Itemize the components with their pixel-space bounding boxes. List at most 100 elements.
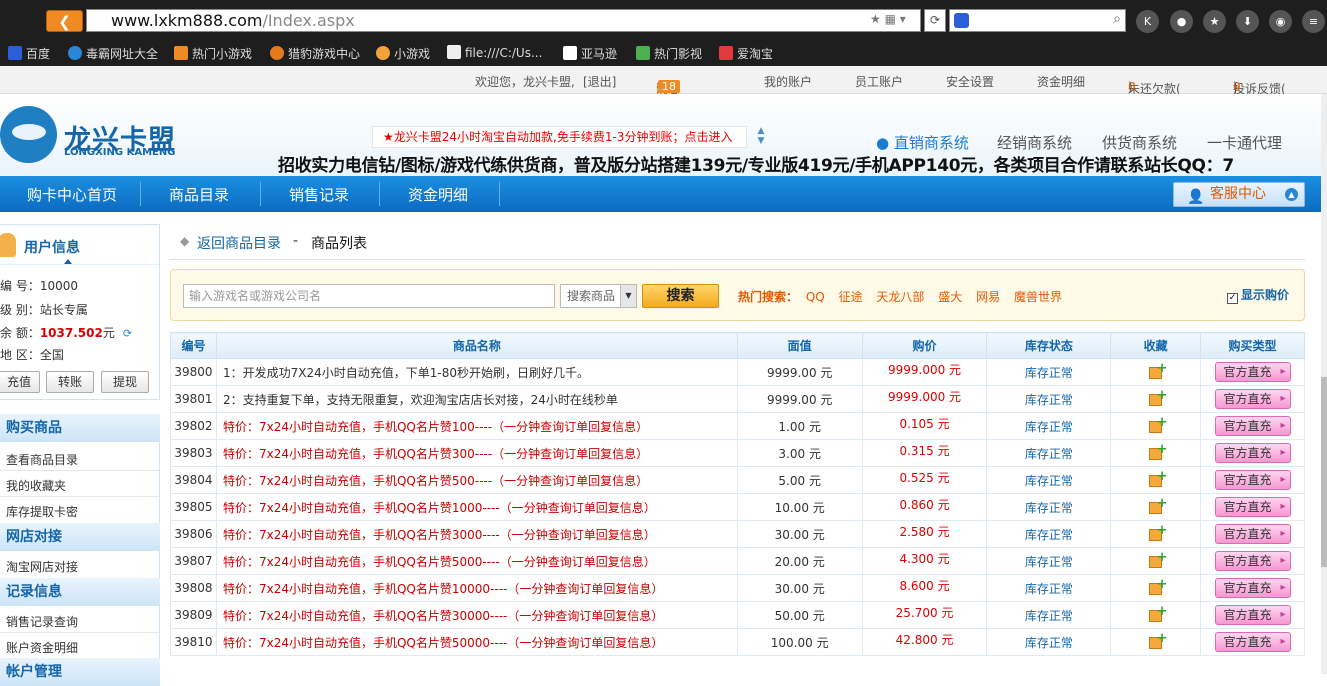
nav-home[interactable]: 购卡中心首页 — [27, 184, 117, 205]
favorite-icon[interactable]: ★ — [1203, 10, 1226, 33]
menu-section-records[interactable]: 记录信息 — [0, 578, 160, 606]
add-favorite-icon[interactable] — [1148, 523, 1168, 541]
back-to-catalog-link[interactable]: 返回商品目录 — [197, 233, 281, 253]
bookmark-file[interactable]: file:///C:/Us... — [447, 45, 542, 60]
hot-search-item[interactable]: 征途 — [839, 290, 863, 304]
cell-name[interactable]: 特价：7x24小时自动充值，手机QQ名片赞10000----（一分钟查询订单回复… — [215, 574, 738, 602]
cell-name[interactable]: 特价：7x24小时自动充值，手机QQ名片赞3000----（一分钟查询订单回复信… — [215, 520, 738, 548]
menu-item-taobao[interactable]: 淘宝网店对接 — [6, 558, 78, 575]
buy-button[interactable]: 官方直充 — [1214, 416, 1291, 436]
hot-search-item[interactable]: 魔兽世界 — [1014, 290, 1062, 304]
menu-item-sales-query[interactable]: 销售记录查询 — [6, 613, 78, 630]
security-link[interactable]: 安全设置 — [946, 73, 994, 90]
logout-link[interactable]: [退出] — [583, 73, 616, 90]
notice-ticker[interactable]: ★龙兴卡盟24小时淘宝自动加款,免手续费1-3分钟到账；点击进入 — [372, 126, 747, 148]
cell-name[interactable]: 特价：7x24小时自动充值，手机QQ名片赞5000----（一分钟查询订单回复信… — [215, 547, 738, 575]
cell-name[interactable]: 特价：7x24小时自动充值，手机QQ名片赞300----（一分钟查询订单回复信息… — [215, 439, 738, 467]
add-favorite-icon[interactable] — [1148, 577, 1168, 595]
bookmark-baidu[interactable]: 百度 — [8, 45, 50, 62]
cell-name[interactable]: 特价：7x24小时自动充值，手机QQ名片赞1000----（一分钟查询订单回复信… — [215, 493, 738, 521]
buy-button[interactable]: 官方直充 — [1214, 578, 1291, 598]
staff-account-link[interactable]: 员工账户 — [855, 73, 903, 90]
add-favorite-icon[interactable] — [1148, 415, 1168, 433]
transfer-button[interactable]: 转账 — [46, 371, 94, 393]
menu-item-favorites[interactable]: 我的收藏夹 — [6, 477, 66, 494]
add-favorite-icon[interactable] — [1148, 604, 1168, 622]
dragon-logo-icon[interactable] — [0, 106, 57, 163]
buy-button[interactable]: 官方直充 — [1214, 470, 1291, 490]
reload-icon[interactable]: ⟳ — [924, 9, 946, 32]
cell-favorite — [1110, 601, 1202, 629]
nav-catalog[interactable]: 商品目录 — [169, 184, 229, 205]
bookmark-movies[interactable]: 热门影视 — [636, 45, 702, 62]
cell-name[interactable]: 2：支持重复下单，支持无限重复，欢迎淘宝店店长对接，24小时在线秒单 — [215, 385, 738, 413]
k-icon[interactable]: K — [1136, 10, 1159, 33]
cell-buy-type: 官方直充 — [1200, 601, 1305, 629]
buy-button[interactable]: 官方直充 — [1214, 551, 1291, 571]
refresh-icon[interactable]: ⟳ — [123, 327, 132, 340]
hot-search-item[interactable]: 盛大 — [938, 290, 962, 304]
download-icon[interactable]: ⬇ — [1236, 10, 1259, 33]
recharge-button[interactable]: 充值 — [0, 371, 40, 393]
bookmark-mini-games[interactable]: 小游戏 — [376, 45, 430, 62]
menu-section-buy[interactable]: 购买商品 — [0, 414, 160, 442]
buy-button[interactable]: 官方直充 — [1214, 524, 1291, 544]
cell-name[interactable]: 特价：7x24小时自动充值，手机QQ名片赞500----（一分钟查询订单回复信息… — [215, 466, 738, 494]
show-price-checkbox[interactable]: ✓ 显示购价 — [1227, 286, 1289, 304]
menu-item-catalog[interactable]: 查看商品目录 — [6, 451, 78, 468]
menu-section-account[interactable]: 帐户管理 — [0, 658, 160, 686]
search-icon[interactable]: ⌕ — [1113, 11, 1121, 27]
search-button[interactable]: 搜索 — [642, 284, 719, 308]
lock-icon[interactable]: ● — [1170, 10, 1193, 33]
nav-sales[interactable]: 销售记录 — [289, 184, 349, 205]
customer-service-button[interactable]: 👤 客服中心 ▲ — [1173, 182, 1305, 207]
funds-detail-link[interactable]: 资金明细 — [1037, 73, 1085, 90]
add-favorite-icon[interactable] — [1148, 442, 1168, 460]
bookmark-hot-games[interactable]: 热门小游戏 — [174, 45, 252, 62]
scrollbar-thumb[interactable] — [1321, 377, 1327, 567]
hot-search-item[interactable]: 网易 — [976, 290, 1000, 304]
distributor-system-link[interactable]: 经销商系统 — [997, 132, 1072, 153]
menu-item-extract-cards[interactable]: 库存提取卡密 — [6, 503, 78, 520]
page-scrollbar[interactable] — [1321, 94, 1327, 674]
star-icon[interactable]: ★ ▦ ▾ — [870, 12, 906, 26]
buy-button[interactable]: 官方直充 — [1214, 497, 1291, 517]
buy-button[interactable]: 官方直充 — [1214, 362, 1291, 382]
cell-name[interactable]: 特价：7x24小时自动充值，手机QQ名片赞30000----（一分钟查询订单回复… — [215, 601, 738, 629]
menu-section-shop[interactable]: 网店对接 — [0, 523, 160, 551]
add-favorite-icon[interactable] — [1148, 496, 1168, 514]
bookmark-duba[interactable]: 毒霸网址大全 — [68, 45, 158, 62]
add-favorite-icon[interactable] — [1148, 469, 1168, 487]
add-favorite-icon[interactable] — [1148, 361, 1168, 379]
gamepad-icon[interactable]: ◉ — [1269, 10, 1292, 33]
supplier-system-link[interactable]: 供货商系统 — [1102, 132, 1177, 153]
bookmark-amazon[interactable]: 亚马逊 — [563, 45, 617, 62]
search-type-select[interactable]: 搜索商品 ▼ — [560, 284, 637, 308]
bookmark-aitaobao[interactable]: 爱淘宝 — [719, 45, 773, 62]
menu-icon[interactable]: ≡ — [1302, 10, 1325, 33]
nav-funds[interactable]: 资金明细 — [408, 184, 468, 205]
add-favorite-icon[interactable] — [1148, 550, 1168, 568]
ticker-scroll-icon[interactable]: ▲ ▼ — [753, 126, 769, 148]
hot-search-item[interactable]: 天龙八部 — [876, 290, 924, 304]
buy-button[interactable]: 官方直充 — [1214, 605, 1291, 625]
cell-name[interactable]: 特价：7x24小时自动充值，手机QQ名片赞50000----（一分钟查询订单回复… — [215, 628, 738, 656]
direct-seller-system-link[interactable]: ● 直销商系统 — [876, 132, 969, 153]
add-favorite-icon[interactable] — [1148, 631, 1168, 649]
cell-name[interactable]: 1：开发成功7X24小时自动充值，下单1-80秒开始刷，日刷好几千。 — [215, 358, 738, 386]
card-agent-link[interactable]: 一卡通代理 — [1207, 132, 1282, 153]
my-account-link[interactable]: 我的账户 — [764, 73, 812, 90]
back-button[interactable]: ❮ — [46, 10, 83, 32]
cell-name[interactable]: 特价：7x24小时自动充值，手机QQ名片赞100----（一分钟查询订单回复信息… — [215, 412, 738, 440]
bookmark-cheetah-games[interactable]: 猎豹游戏中心 — [270, 45, 360, 62]
withdraw-button[interactable]: 提现 — [101, 371, 149, 393]
buy-button[interactable]: 官方直充 — [1214, 389, 1291, 409]
buy-button[interactable]: 官方直充 — [1214, 443, 1291, 463]
menu-item-account-funds[interactable]: 账户资金明细 — [6, 639, 78, 656]
hot-search-item[interactable]: QQ — [806, 290, 825, 304]
buy-button[interactable]: 官方直充 — [1214, 632, 1291, 652]
browser-search-box[interactable]: ⌕ — [949, 9, 1126, 32]
address-bar[interactable]: www.lxkm888.com/Index.aspx — [86, 9, 921, 32]
search-input[interactable]: 输入游戏名或游戏公司名 — [183, 284, 555, 308]
add-favorite-icon[interactable] — [1148, 388, 1168, 406]
